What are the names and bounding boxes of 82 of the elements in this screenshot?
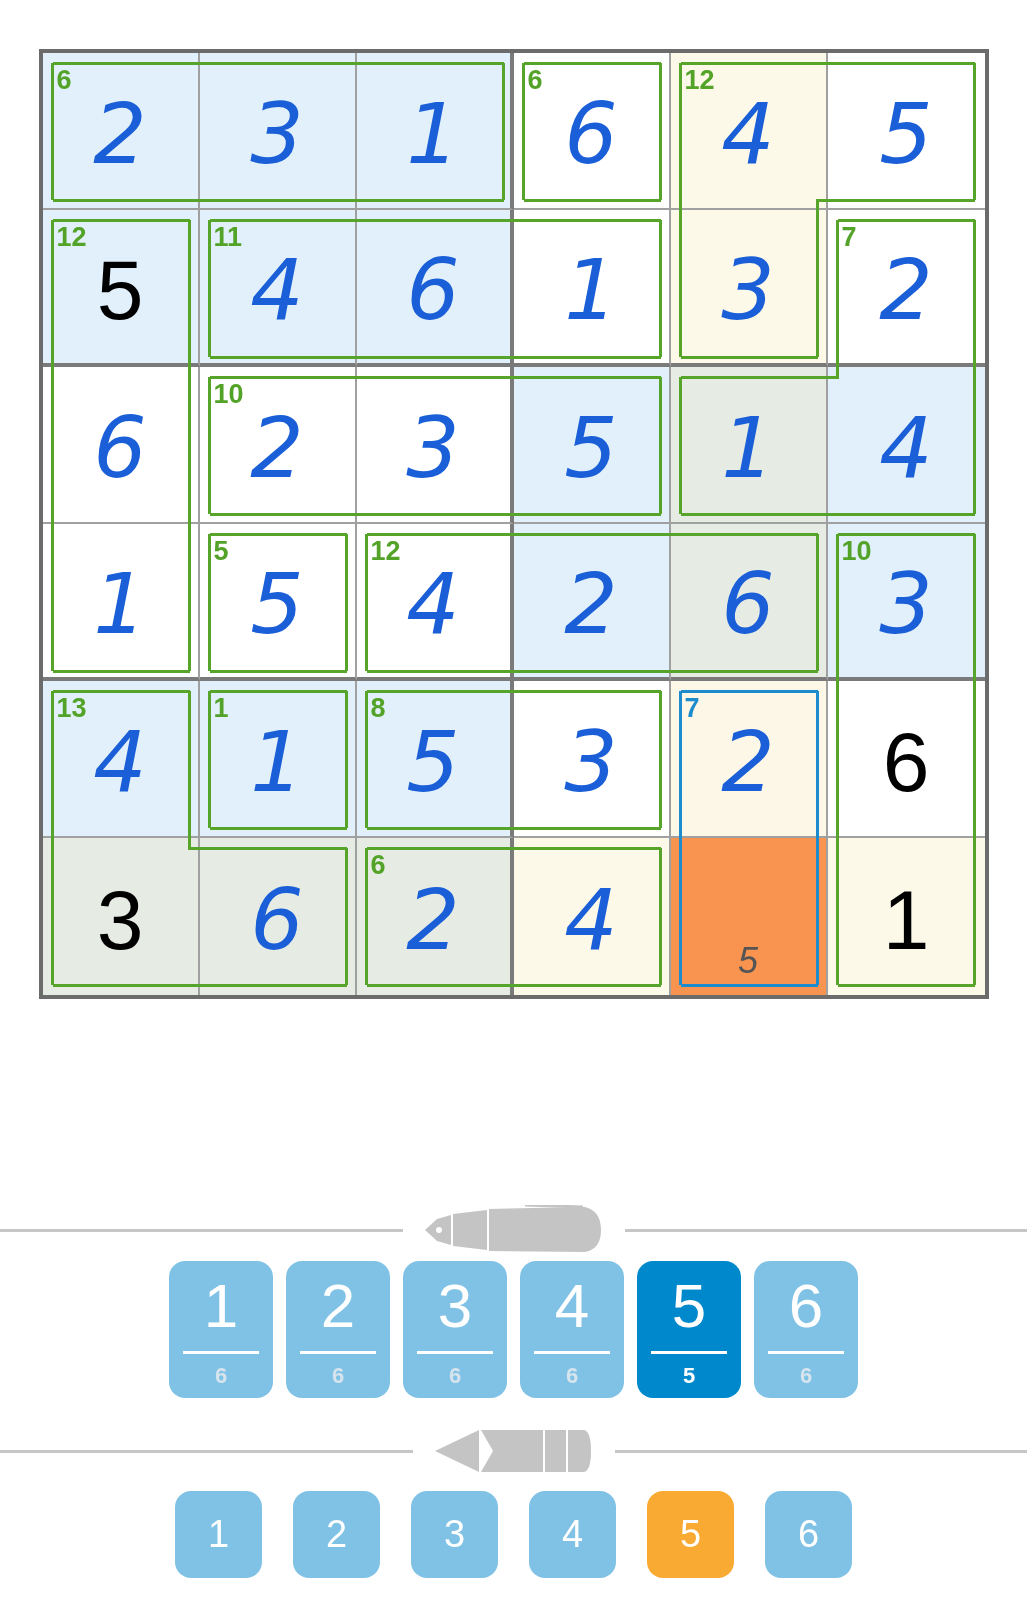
grid-cell[interactable]: 6 bbox=[356, 210, 514, 367]
grid-cell[interactable]: 1 bbox=[42, 524, 200, 681]
entered-digit: 2 bbox=[721, 719, 775, 804]
cage-sum: 12 bbox=[370, 538, 401, 565]
grid-cell[interactable]: 3 bbox=[670, 210, 828, 367]
cage-sum: 6 bbox=[527, 67, 543, 94]
cage-sum: 7 bbox=[684, 695, 700, 722]
grid-cell[interactable]: 1 1 bbox=[199, 681, 357, 838]
fountain-pen-icon bbox=[424, 1205, 603, 1255]
entered-digit: 2 bbox=[879, 247, 933, 332]
entered-digit: 4 bbox=[721, 91, 775, 176]
entered-digit: 4 bbox=[250, 247, 304, 332]
entered-digit: 3 bbox=[564, 719, 618, 804]
grid-cell[interactable]: 5 5 bbox=[199, 524, 357, 681]
grid-cell[interactable]: 3 bbox=[513, 681, 671, 838]
grid-cell[interactable]: 1 bbox=[513, 210, 671, 367]
grid-cell[interactable]: 6 bbox=[42, 367, 200, 524]
grid-cell[interactable]: 1 bbox=[670, 367, 828, 524]
entered-digit: 4 bbox=[564, 877, 618, 962]
cage-sum: 7 bbox=[841, 224, 857, 251]
entered-digit: 1 bbox=[721, 405, 775, 490]
entered-digit: 6 bbox=[564, 91, 618, 176]
entered-digit: 3 bbox=[879, 561, 933, 646]
entered-digit: 4 bbox=[93, 719, 147, 804]
entered-digit: 1 bbox=[406, 91, 460, 176]
given-digit: 6 bbox=[882, 719, 930, 804]
entered-digit: 2 bbox=[250, 405, 304, 490]
grid-cell[interactable]: 4 bbox=[827, 367, 985, 524]
entered-digit: 4 bbox=[879, 405, 933, 490]
grid-cell[interactable]: 8 5 bbox=[356, 681, 514, 838]
grid-cell[interactable]: 5 bbox=[513, 367, 671, 524]
entered-digit: 1 bbox=[564, 247, 618, 332]
grid-cell[interactable]: 3 bbox=[199, 53, 357, 210]
grid-cell[interactable]: 1 bbox=[356, 53, 514, 210]
entered-digit: 5 bbox=[406, 719, 460, 804]
entered-digit: 2 bbox=[406, 877, 460, 962]
entered-digit: 6 bbox=[250, 877, 304, 962]
entered-digit: 3 bbox=[250, 91, 304, 176]
cage-sum: 12 bbox=[56, 224, 87, 251]
entered-digit: 6 bbox=[93, 405, 147, 490]
cage-sum: 6 bbox=[56, 67, 72, 94]
grid-cell[interactable]: 6 6 bbox=[513, 53, 671, 210]
number-key[interactable]: 5 5 bbox=[637, 1261, 741, 1398]
cage-sum: 6 bbox=[370, 852, 386, 879]
given-digit: 5 bbox=[96, 247, 144, 332]
cage-sum: 10 bbox=[841, 538, 872, 565]
cage-sum: 5 bbox=[213, 538, 229, 565]
grid-cell[interactable]: 6 bbox=[827, 681, 985, 838]
grid-cell[interactable]: 3 bbox=[42, 838, 200, 995]
entered-digit: 5 bbox=[564, 405, 618, 490]
pencil-mark: 5 bbox=[738, 943, 758, 979]
pencil-icon bbox=[434, 1428, 593, 1474]
entered-digit: 1 bbox=[250, 719, 304, 804]
entered-digit: 3 bbox=[406, 405, 460, 490]
entered-digit: 5 bbox=[250, 561, 304, 646]
cage-sum: 8 bbox=[370, 695, 386, 722]
entered-digit: 3 bbox=[721, 247, 775, 332]
given-digit: 3 bbox=[96, 877, 144, 962]
entered-digit: 1 bbox=[93, 561, 147, 646]
cage-sum: 10 bbox=[213, 381, 244, 408]
grid-cell[interactable]: 6 bbox=[670, 524, 828, 681]
cage-sum: 12 bbox=[684, 67, 715, 94]
entered-digit: 4 bbox=[406, 561, 460, 646]
entered-digit: 2 bbox=[93, 91, 147, 176]
grid-cell[interactable]: 1 bbox=[827, 838, 985, 995]
grid-cell[interactable]: 4 bbox=[513, 838, 671, 995]
entered-digit: 6 bbox=[721, 561, 775, 646]
grid-cell[interactable]: 2 bbox=[513, 524, 671, 681]
grid-cell[interactable]: 7 2 bbox=[670, 681, 828, 838]
entered-digit: 2 bbox=[564, 561, 618, 646]
given-digit: 1 bbox=[882, 877, 930, 962]
cage-sum: 11 bbox=[213, 224, 243, 251]
cage-sum: 13 bbox=[56, 695, 87, 722]
grid-cell[interactable]: 5 bbox=[670, 838, 828, 995]
grid-cell[interactable]: 6 2 bbox=[42, 53, 200, 210]
cage-corner bbox=[827, 367, 839, 379]
entered-digit: 5 bbox=[879, 91, 933, 176]
cage-sum: 1 bbox=[213, 695, 229, 722]
grid-cell[interactable]: 6 bbox=[199, 838, 357, 995]
entered-digit: 6 bbox=[406, 247, 460, 332]
grid-cell[interactable]: 3 bbox=[356, 367, 514, 524]
grid-cell[interactable]: 6 2 bbox=[356, 838, 514, 995]
